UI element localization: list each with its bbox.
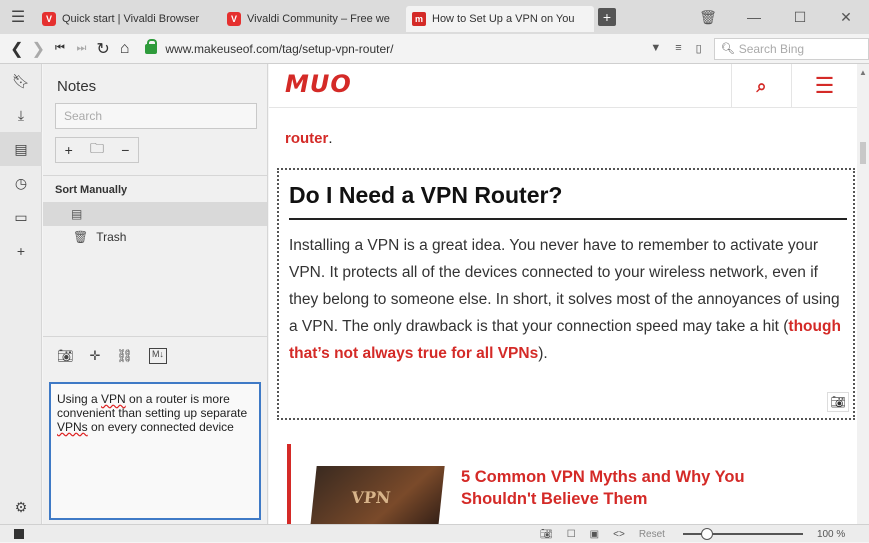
web-content: MUO ⌕ ☰ router. Do I Need a VPN Router? … bbox=[269, 64, 857, 524]
note-icon: ▤ bbox=[71, 207, 83, 221]
status-bar: 📷︎ ☐ ▣ <> Reset 100 % bbox=[0, 524, 869, 542]
vivaldi-icon: V bbox=[42, 12, 56, 26]
tab-vivaldi-community[interactable]: V Vivaldi Community – Free we bbox=[221, 6, 406, 32]
thumb-text: VPN bbox=[350, 488, 392, 507]
related-thumbnail[interactable]: VPN bbox=[309, 466, 445, 524]
window-controls: 🗑 — ☐ ✕ bbox=[685, 0, 869, 34]
notes-toolbar: + 🗀 − bbox=[55, 137, 139, 163]
tab-title: How to Set Up a VPN on You bbox=[432, 13, 575, 25]
capture-icon[interactable]: 📷︎ bbox=[827, 392, 849, 412]
tab-title: Vivaldi Community – Free we bbox=[247, 13, 390, 25]
downloads-icon[interactable]: ⤓ bbox=[0, 98, 42, 132]
heading-rule bbox=[289, 218, 847, 220]
crosshair-icon[interactable]: ✛ bbox=[90, 348, 101, 364]
site-search-icon[interactable]: ⌕ bbox=[731, 64, 791, 108]
back-icon[interactable]: ❮ bbox=[6, 39, 28, 59]
link-icon[interactable]: ⛓ bbox=[116, 348, 133, 364]
notes-icon[interactable]: ▤ bbox=[0, 132, 42, 166]
sort-label[interactable]: Sort Manually bbox=[43, 175, 267, 196]
selected-region: Do I Need a VPN Router? Installing a VPN… bbox=[277, 168, 855, 420]
notes-search-input[interactable]: Search bbox=[55, 103, 257, 129]
remove-note-button[interactable]: − bbox=[121, 142, 129, 158]
scroll-up-icon[interactable]: ▲ bbox=[859, 68, 867, 77]
trash-icon: 🗑 bbox=[73, 230, 89, 244]
period: . bbox=[328, 130, 333, 147]
folder-icon[interactable]: 🗀 bbox=[90, 138, 104, 162]
bookmarks-icon[interactable]: 🔖︎ bbox=[0, 64, 42, 98]
reader-icon[interactable]: ≡ bbox=[675, 42, 681, 55]
router-link[interactable]: router bbox=[285, 130, 328, 147]
panel-toggle-icon[interactable] bbox=[14, 528, 24, 539]
window-panel-icon[interactable]: ▭ bbox=[0, 200, 42, 234]
prev-link: router. bbox=[285, 130, 333, 147]
article-paragraph: Installing a VPN is a great idea. You ne… bbox=[289, 232, 849, 367]
notes-title: Notes bbox=[57, 78, 97, 95]
forward-icon[interactable]: ❯ bbox=[28, 39, 50, 59]
search-icon: 🔍︎ bbox=[720, 43, 735, 55]
rewind-icon[interactable]: ⏮ bbox=[49, 42, 71, 55]
close-icon[interactable]: ✕ bbox=[823, 9, 869, 26]
image-icon[interactable]: ▣ bbox=[590, 529, 599, 540]
code-icon[interactable]: <> bbox=[613, 529, 625, 540]
add-note-button[interactable]: + bbox=[65, 142, 73, 158]
scroll-thumb[interactable] bbox=[860, 142, 866, 164]
dropdown-icon[interactable]: ▼ bbox=[650, 42, 661, 55]
note-text: on every connected device bbox=[87, 420, 234, 434]
trash-icon[interactable]: 🗑 bbox=[685, 9, 731, 26]
paragraph-end: ). bbox=[538, 345, 548, 362]
add-panel-icon[interactable]: + bbox=[0, 234, 42, 268]
related-title[interactable]: 5 Common VPN Myths and Why You Shouldn't… bbox=[461, 466, 821, 510]
vivaldi-icon: V bbox=[227, 12, 241, 26]
minimize-icon[interactable]: — bbox=[731, 9, 777, 25]
note-editor-toolbar: 📷︎ ✛ ⛓ M↓ bbox=[57, 348, 167, 364]
trash-item[interactable]: 🗑 Trash bbox=[43, 226, 267, 248]
new-tab-icon[interactable]: + bbox=[598, 8, 616, 26]
tab-title: Quick start | Vivaldi Browser bbox=[62, 13, 200, 25]
note-text: Using a bbox=[57, 392, 102, 406]
tile-icon[interactable]: ☐ bbox=[567, 529, 576, 540]
scrollbar[interactable]: ▲ bbox=[857, 64, 869, 524]
note-editor[interactable]: Using a VPN on a router is more convenie… bbox=[49, 382, 261, 520]
makeuseof-icon: m bbox=[412, 12, 426, 26]
divider bbox=[43, 336, 268, 337]
zoom-slider[interactable] bbox=[682, 528, 803, 540]
note-text: VPNs bbox=[57, 420, 88, 434]
notes-panel: Notes Search + 🗀 − Sort Manually ▤ 🗑 Tra… bbox=[43, 64, 268, 524]
trash-label: Trash bbox=[96, 230, 127, 244]
panel-strip: 🔖︎ ⤓ ▤ ◷ ▭ + ⚙ bbox=[0, 64, 42, 524]
site-logo[interactable]: MUO bbox=[285, 70, 352, 98]
note-text: VPN bbox=[101, 392, 126, 406]
fast-forward-icon[interactable]: ⏭ bbox=[71, 42, 93, 55]
zoom-level: 100 % bbox=[816, 528, 846, 540]
tab-bar: ☰ V Quick start | Vivaldi Browser V Viva… bbox=[0, 0, 869, 34]
markdown-icon[interactable]: M↓ bbox=[148, 348, 167, 364]
paragraph-text: Installing a VPN is a great idea. You ne… bbox=[289, 237, 840, 335]
vivaldi-menu-icon[interactable]: ☰ bbox=[0, 0, 36, 34]
url-text: www.makeuseof.com/tag/setup-vpn-router/ bbox=[165, 41, 394, 56]
tab-vpn-article[interactable]: m How to Set Up a VPN on You bbox=[406, 6, 594, 32]
reload-icon[interactable]: ↻ bbox=[92, 39, 114, 59]
zoom-reset-button[interactable]: Reset bbox=[639, 529, 665, 540]
zoom-knob[interactable] bbox=[700, 528, 713, 540]
section-heading: Do I Need a VPN Router? bbox=[289, 182, 563, 208]
tab-quick-start[interactable]: V Quick start | Vivaldi Browser bbox=[36, 6, 221, 32]
site-menu-icon[interactable]: ☰ bbox=[791, 64, 857, 108]
note-item[interactable]: ▤ bbox=[43, 202, 267, 226]
url-field[interactable]: www.makeuseof.com/tag/setup-vpn-router/ bbox=[141, 38, 644, 60]
capture-icon[interactable]: 📷︎ bbox=[540, 529, 553, 540]
status-tools: 📷︎ ☐ ▣ <> Reset 100 % bbox=[540, 525, 845, 543]
search-placeholder: Search Bing bbox=[738, 41, 805, 56]
url-tools: ▼ ≡ ▯ bbox=[650, 42, 701, 55]
settings-icon[interactable]: ⚙ bbox=[0, 490, 42, 524]
search-input[interactable]: 🔍︎ Search Bing ▼ bbox=[713, 37, 869, 60]
home-icon[interactable]: ⌂ bbox=[114, 40, 136, 58]
lock-icon bbox=[145, 38, 158, 54]
bookmark-icon[interactable]: ▯ bbox=[696, 42, 702, 55]
site-header: MUO ⌕ ☰ bbox=[269, 64, 857, 108]
address-bar: ❮ ❯ ⏮ ⏭ ↻ ⌂ www.makeuseof.com/tag/setup-… bbox=[0, 34, 869, 64]
camera-icon[interactable]: 📷︎ bbox=[57, 348, 74, 364]
history-icon[interactable]: ◷ bbox=[0, 166, 42, 200]
related-article[interactable]: VPN 5 Common VPN Myths and Why You Shoul… bbox=[287, 444, 847, 524]
maximize-icon[interactable]: ☐ bbox=[777, 9, 823, 26]
